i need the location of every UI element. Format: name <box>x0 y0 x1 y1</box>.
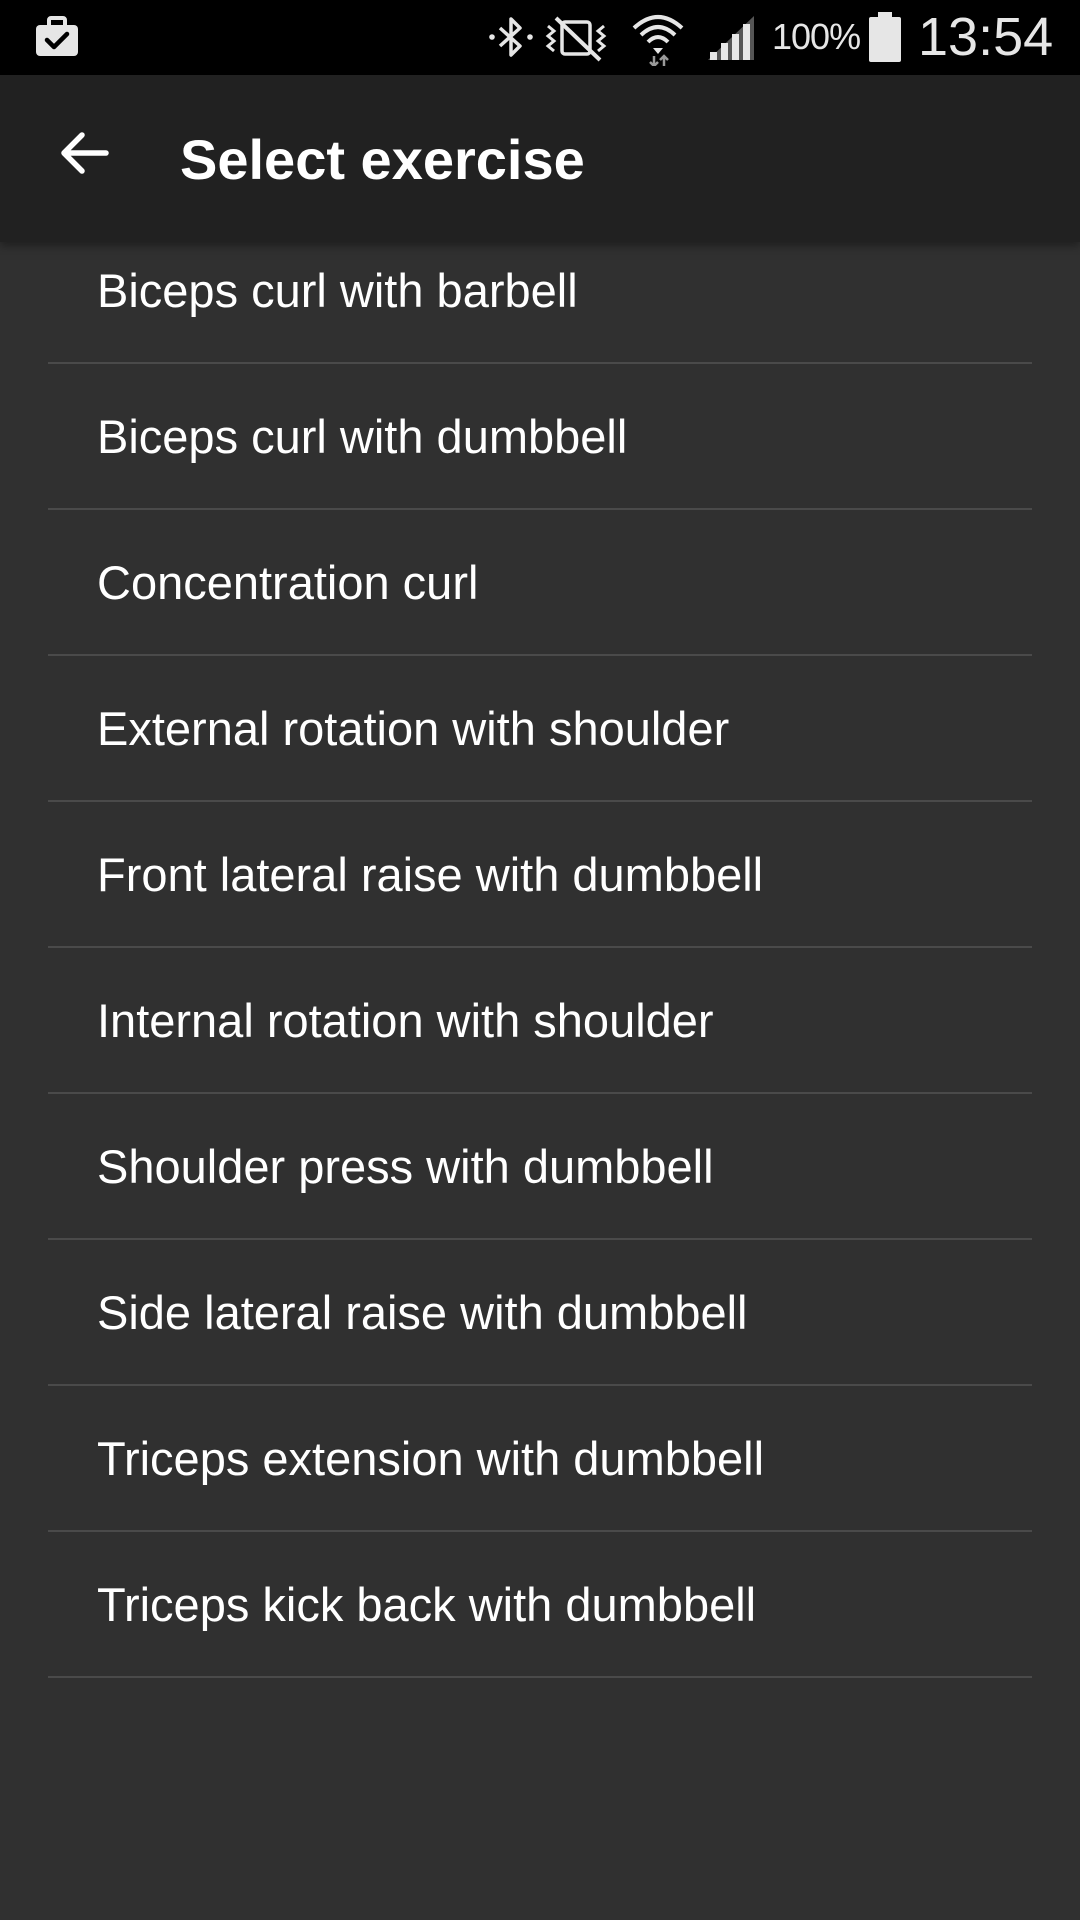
list-item-concentration-curl[interactable]: Concentration curl <box>48 510 1032 656</box>
list-item-label: External rotation with shoulder <box>97 701 730 755</box>
screen: 100% 13:54 Select exercise Biceps curl w… <box>0 0 1080 1920</box>
wifi-icon <box>630 10 686 71</box>
list-item-biceps-curl-dumbbell[interactable]: Biceps curl with dumbbell <box>48 364 1032 510</box>
bluetooth-icon <box>486 14 536 67</box>
back-button[interactable] <box>44 115 124 195</box>
vibrate-icon <box>544 14 608 67</box>
list-item-label: Front lateral raise with dumbbell <box>97 847 764 901</box>
list-item-label: Triceps extension with dumbbell <box>97 1431 765 1485</box>
briefcase-check-icon <box>34 16 80 58</box>
list-item-external-rotation[interactable]: External rotation with shoulder <box>48 656 1032 802</box>
app-bar: Select exercise <box>0 75 1080 242</box>
list-item-shoulder-press[interactable]: Shoulder press with dumbbell <box>48 1094 1032 1240</box>
list-item-label: Biceps curl with dumbbell <box>97 409 628 463</box>
list-item-triceps-extension[interactable]: Triceps extension with dumbbell <box>48 1386 1032 1532</box>
list-item-label: Concentration curl <box>97 555 479 609</box>
list-item-label: Internal rotation with shoulder <box>97 993 714 1047</box>
list-item-internal-rotation[interactable]: Internal rotation with shoulder <box>48 948 1032 1094</box>
list-item-label: Triceps kick back with dumbbell <box>97 1577 757 1631</box>
list-item-triceps-kick-back[interactable]: Triceps kick back with dumbbell <box>48 1532 1032 1678</box>
status-bar: 100% 13:54 <box>0 0 1080 75</box>
battery-percent: 100% <box>772 16 861 57</box>
exercise-list: Biceps curl with barbell Biceps curl wit… <box>48 218 1032 1678</box>
status-time: 13:54 <box>918 7 1054 67</box>
battery-icon <box>868 12 902 67</box>
arrow-left-icon <box>58 129 110 182</box>
list-item-label: Shoulder press with dumbbell <box>97 1139 714 1193</box>
list-item-label: Biceps curl with barbell <box>97 263 578 317</box>
list-item-label: Side lateral raise with dumbbell <box>97 1285 748 1339</box>
signal-icon <box>706 14 756 67</box>
page-title: Select exercise <box>180 128 585 191</box>
list-item-side-lateral-raise[interactable]: Side lateral raise with dumbbell <box>48 1240 1032 1386</box>
list-item-front-lateral-raise[interactable]: Front lateral raise with dumbbell <box>48 802 1032 948</box>
